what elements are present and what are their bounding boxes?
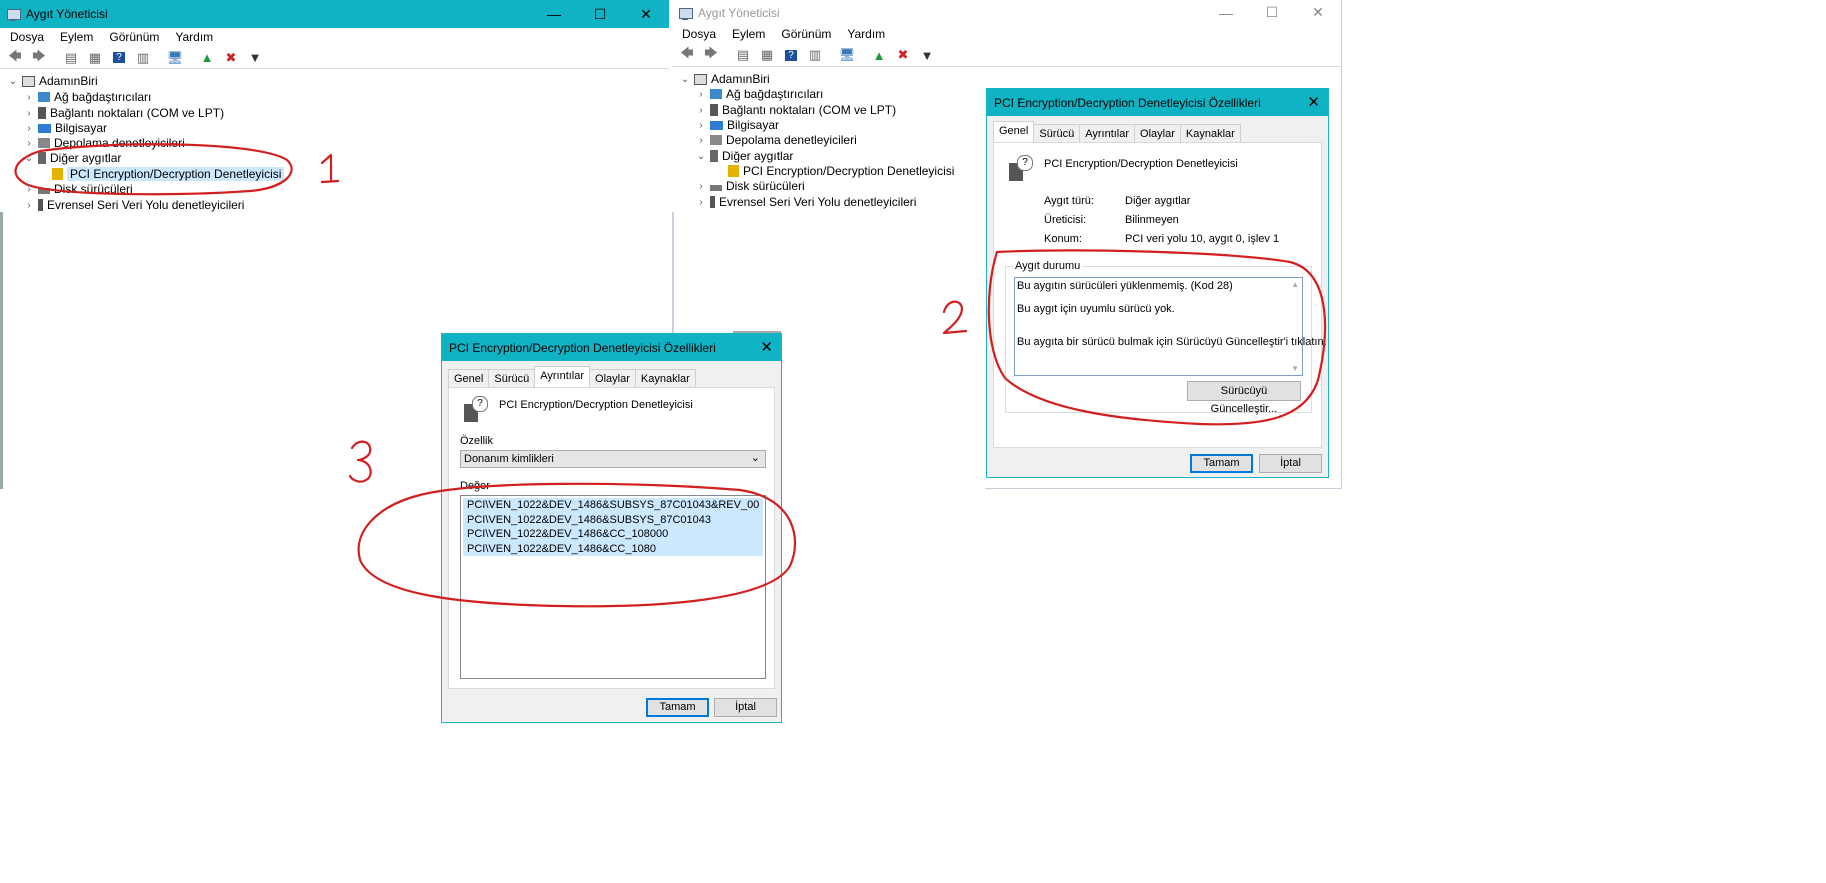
annotation-circle-1 bbox=[14, 143, 293, 196]
annotation-number-1 bbox=[320, 153, 340, 184]
annotation-circle-2 bbox=[987, 249, 1327, 426]
annotation-circle-3 bbox=[357, 482, 797, 608]
annotation-number-3 bbox=[348, 440, 372, 483]
annotation-number-2 bbox=[942, 300, 968, 335]
annotation-layer bbox=[14, 143, 1327, 608]
